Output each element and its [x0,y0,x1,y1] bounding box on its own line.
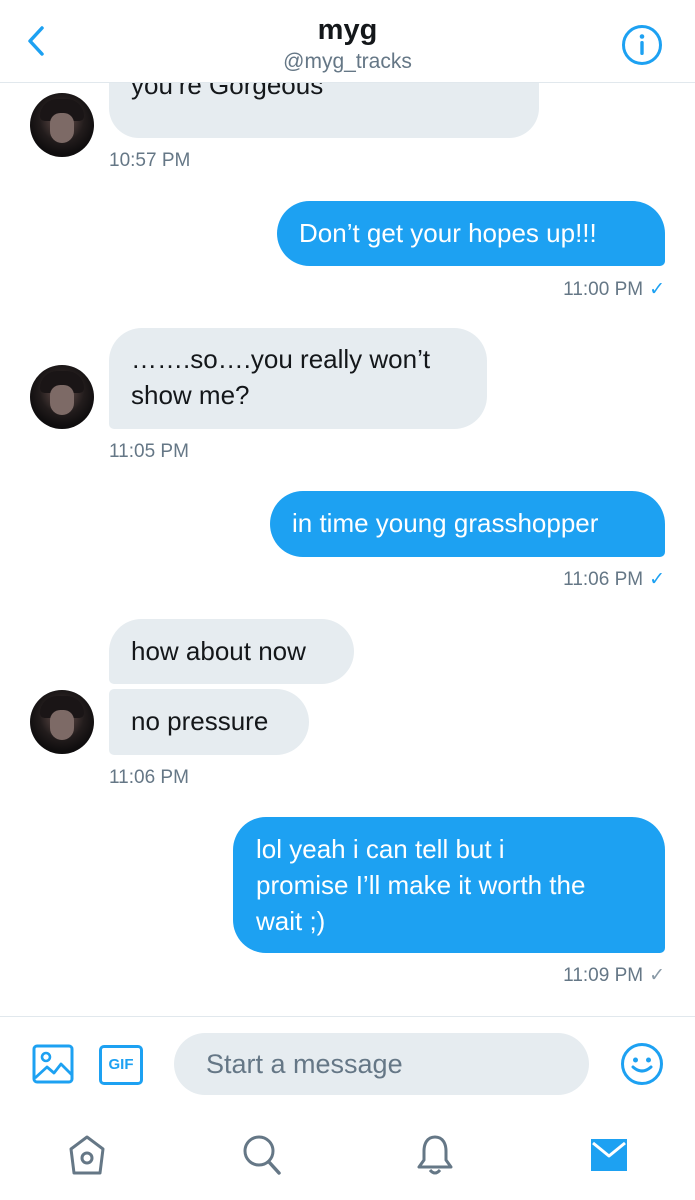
message-timestamp: 11:06 PM [563,569,644,590]
contact-name: myg [317,14,378,46]
message-bubble-outgoing[interactable]: Don’t get your hopes up!!! [277,201,665,266]
message-meta: 11:09 PM ✓ [563,964,665,987]
avatar[interactable] [30,365,94,429]
notifications-icon[interactable] [415,1133,455,1177]
message-timestamp: 11:09 PM [563,965,644,986]
avatar[interactable] [30,93,94,157]
message-bubble-incoming[interactable]: no pressure [109,689,309,755]
message-text-line: show me? [131,380,250,410]
message-bubble-incoming[interactable]: …….so….you really won’t show me? [109,328,487,429]
message-meta: 11:06 PM ✓ [563,568,665,591]
message-text: you’re Gorgeous [131,83,324,100]
message-bubble-outgoing[interactable]: in time young grasshopper [270,491,665,557]
message-text-line: promise I’ll make it worth the [256,870,586,900]
tab-bar [0,1111,695,1200]
contact-handle: @myg_tracks [283,50,412,73]
home-icon[interactable] [67,1133,107,1177]
message-text-line: wait ;) [256,906,326,936]
message-bubble-incoming[interactable]: you’re Gorgeous [109,83,539,138]
message-thread[interactable]: you’re Gorgeous 10:57 PM Don’t get your … [0,83,695,1016]
avatar[interactable] [30,690,94,754]
message-text: no pressure [131,706,269,736]
info-icon[interactable] [621,24,663,66]
message-text: in time young grasshopper [292,508,599,538]
sent-check-icon: ✓ [649,965,665,986]
messages-icon[interactable] [589,1135,629,1173]
message-meta: 11:00 PM ✓ [563,278,665,301]
read-check-icon: ✓ [649,569,665,590]
image-icon[interactable] [32,1044,74,1084]
search-icon[interactable] [241,1133,283,1177]
gif-label: GIF [108,1056,134,1073]
gif-button[interactable]: GIF [99,1045,143,1085]
conversation-header: myg @myg_tracks [0,0,695,83]
message-timestamp: 11:05 PM [109,441,189,462]
message-text: how about now [131,636,306,666]
message-bubble-outgoing[interactable]: lol yeah i can tell but i promise I’ll m… [233,817,665,953]
message-text-line: …….so….you really won’t [131,344,431,374]
message-timestamp: 10:57 PM [109,150,191,171]
emoji-icon[interactable] [620,1042,664,1086]
read-check-icon: ✓ [649,279,665,300]
message-input[interactable] [174,1033,589,1095]
message-text: Don’t get your hopes up!!! [299,218,597,248]
message-timestamp: 11:06 PM [109,767,189,788]
message-composer: GIF [0,1016,695,1112]
message-text-line: lol yeah i can tell but i [256,834,505,864]
message-timestamp: 11:00 PM [563,279,644,300]
message-bubble-incoming[interactable]: how about now [109,619,354,684]
